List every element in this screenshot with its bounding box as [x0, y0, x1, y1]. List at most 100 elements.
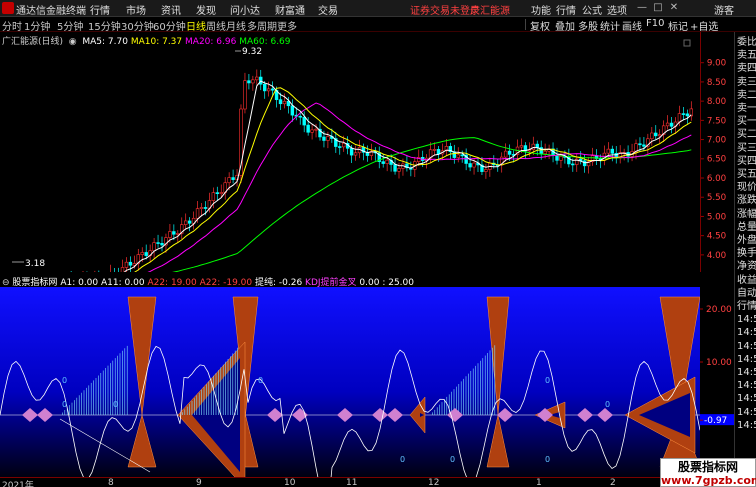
candle-body: [681, 113, 686, 115]
app-title: 通达信金融终端: [16, 6, 86, 17]
candle-body: [219, 192, 223, 194]
candle-body: [559, 156, 563, 161]
candle-body: [195, 208, 200, 219]
candle-body: [184, 220, 188, 225]
candle-body: [156, 242, 160, 244]
date-label: 12: [428, 478, 440, 487]
ma20-value: MA20: 6.96: [185, 37, 237, 47]
side-item: 买五: [737, 169, 756, 180]
menu-hangqing[interactable]: 行情: [90, 2, 110, 17]
candle-body: [120, 267, 125, 272]
side-item: 买三: [737, 142, 756, 154]
period-5min[interactable]: 5分钟: [57, 18, 83, 33]
tool-tongji[interactable]: 统计: [600, 18, 620, 33]
menu-bar: 通达信金融终端 行情 市场 资讯 发现 问小达 财富通 交易 证券交易未登录 广…: [0, 0, 756, 17]
period-1min[interactable]: 1分钟: [24, 18, 50, 33]
side-item: 买二: [737, 129, 756, 141]
period-daily[interactable]: 日线: [186, 18, 206, 33]
candle-body: [555, 155, 559, 161]
date-label: 1: [536, 478, 542, 487]
candle-body: [657, 134, 662, 137]
candle-body: [452, 151, 456, 158]
candle-body: [187, 220, 192, 224]
candle-body: [144, 252, 148, 256]
candle-body: [310, 129, 314, 133]
candle-body: [582, 160, 587, 167]
price-tick-label: 8.50: [707, 78, 726, 88]
stock-tag[interactable]: 广汇能源: [470, 2, 510, 17]
indicator-zero-label: 0: [545, 455, 550, 464]
candle-body: [341, 142, 346, 148]
close-icon[interactable]: ✕: [668, 2, 680, 14]
period-weekly[interactable]: 周线: [206, 18, 226, 33]
date-label: 9: [196, 478, 202, 487]
tool-zixuan[interactable]: +自选: [690, 18, 718, 33]
menu-gongshi[interactable]: 公式: [582, 2, 602, 17]
price-tick-label: 6.50: [707, 155, 726, 165]
menu-caifutong[interactable]: 财富通: [275, 2, 305, 17]
tool-huaxian[interactable]: 画线: [622, 18, 642, 33]
price-tick-label: 6.00: [707, 174, 726, 184]
menu-hangqing-right[interactable]: 行情: [556, 2, 576, 17]
side-item: 买一: [737, 116, 756, 128]
indicator-chart[interactable]: 0 0 0 0 0 0 0 0 0: [0, 287, 700, 477]
tool-duogu[interactable]: 多股: [578, 18, 598, 33]
price-tick-label: 5.50: [707, 193, 726, 203]
period-fenshi[interactable]: 分时: [2, 18, 22, 33]
candlestick-chart[interactable]: 9.32 3.18: [0, 32, 700, 272]
indicator-tick-label: 20.00: [706, 305, 732, 315]
candle-body: [262, 83, 267, 92]
maximize-icon[interactable]: □: [652, 2, 664, 14]
candle-body: [306, 124, 310, 133]
date-label: 2: [610, 478, 616, 487]
side-item: 买四: [737, 155, 756, 167]
tool-biaoji[interactable]: 标记: [668, 18, 688, 33]
period-multi[interactable]: 多周期: [247, 18, 277, 33]
date-label: 8: [108, 478, 114, 487]
menu-faxian[interactable]: 发现: [196, 2, 216, 17]
period-60min[interactable]: 60分钟: [153, 18, 186, 33]
candle-body: [140, 252, 144, 255]
ma5-value: MA5: 7.70: [82, 37, 128, 47]
candle-body: [654, 132, 658, 137]
period-15min[interactable]: 15分钟: [88, 18, 121, 33]
period-monthly[interactable]: 月线: [226, 18, 246, 33]
candle-body: [349, 148, 354, 156]
tool-f10[interactable]: F10: [646, 18, 664, 29]
tool-diejia[interactable]: 叠加: [555, 18, 575, 33]
date-label: 2021年: [2, 481, 34, 487]
candle-body: [638, 143, 642, 146]
site-watermark: 股票指标网 www.7gpzb.com: [660, 458, 756, 487]
guest-link[interactable]: 游客: [714, 2, 734, 17]
menu-wenxiaoda[interactable]: 问小达: [230, 2, 260, 17]
candle-body: [168, 231, 172, 238]
toolbar-divider: [525, 19, 526, 30]
period-30min[interactable]: 30分钟: [121, 18, 154, 33]
menu-zixun[interactable]: 资讯: [161, 2, 181, 17]
menu-gongneng[interactable]: 功能: [531, 2, 551, 17]
tool-fuquan[interactable]: 复权: [530, 18, 550, 33]
candle-body: [243, 80, 247, 110]
quote-side-panel: 委比 卖五 卖四 卖三 卖二 卖一 买一 买二 买三 买四 买五 现价 涨跌 涨幅 总量 外盘 换手 净资 收益 自动…: [734, 32, 756, 487]
period-more[interactable]: 更多: [277, 18, 297, 33]
candle-body: [338, 146, 342, 148]
ma60-value: MA60: 6.69: [239, 37, 291, 47]
price-tick-label: 7.00: [707, 135, 726, 145]
side-item: 卖四: [737, 63, 756, 75]
candle-body: [677, 113, 682, 123]
candle-body: [685, 113, 690, 117]
candle-body: [468, 163, 472, 168]
watermark-title: 股票指标网: [677, 460, 738, 474]
side-item: 14:50: [737, 380, 756, 392]
candle-body: [535, 143, 539, 148]
side-item: 现价: [737, 182, 756, 194]
side-item: 14:50: [737, 419, 756, 431]
minimize-icon[interactable]: —: [636, 2, 648, 14]
menu-xuanxiang[interactable]: 选项: [607, 2, 627, 17]
side-item: 卖三: [737, 76, 756, 88]
candle-body: [571, 163, 575, 166]
menu-jiaoyi[interactable]: 交易: [318, 2, 338, 17]
price-tick-label: 5.00: [707, 212, 726, 222]
watermark-url: www.7gpzb.com: [661, 474, 756, 487]
menu-shichang[interactable]: 市场: [126, 2, 146, 17]
